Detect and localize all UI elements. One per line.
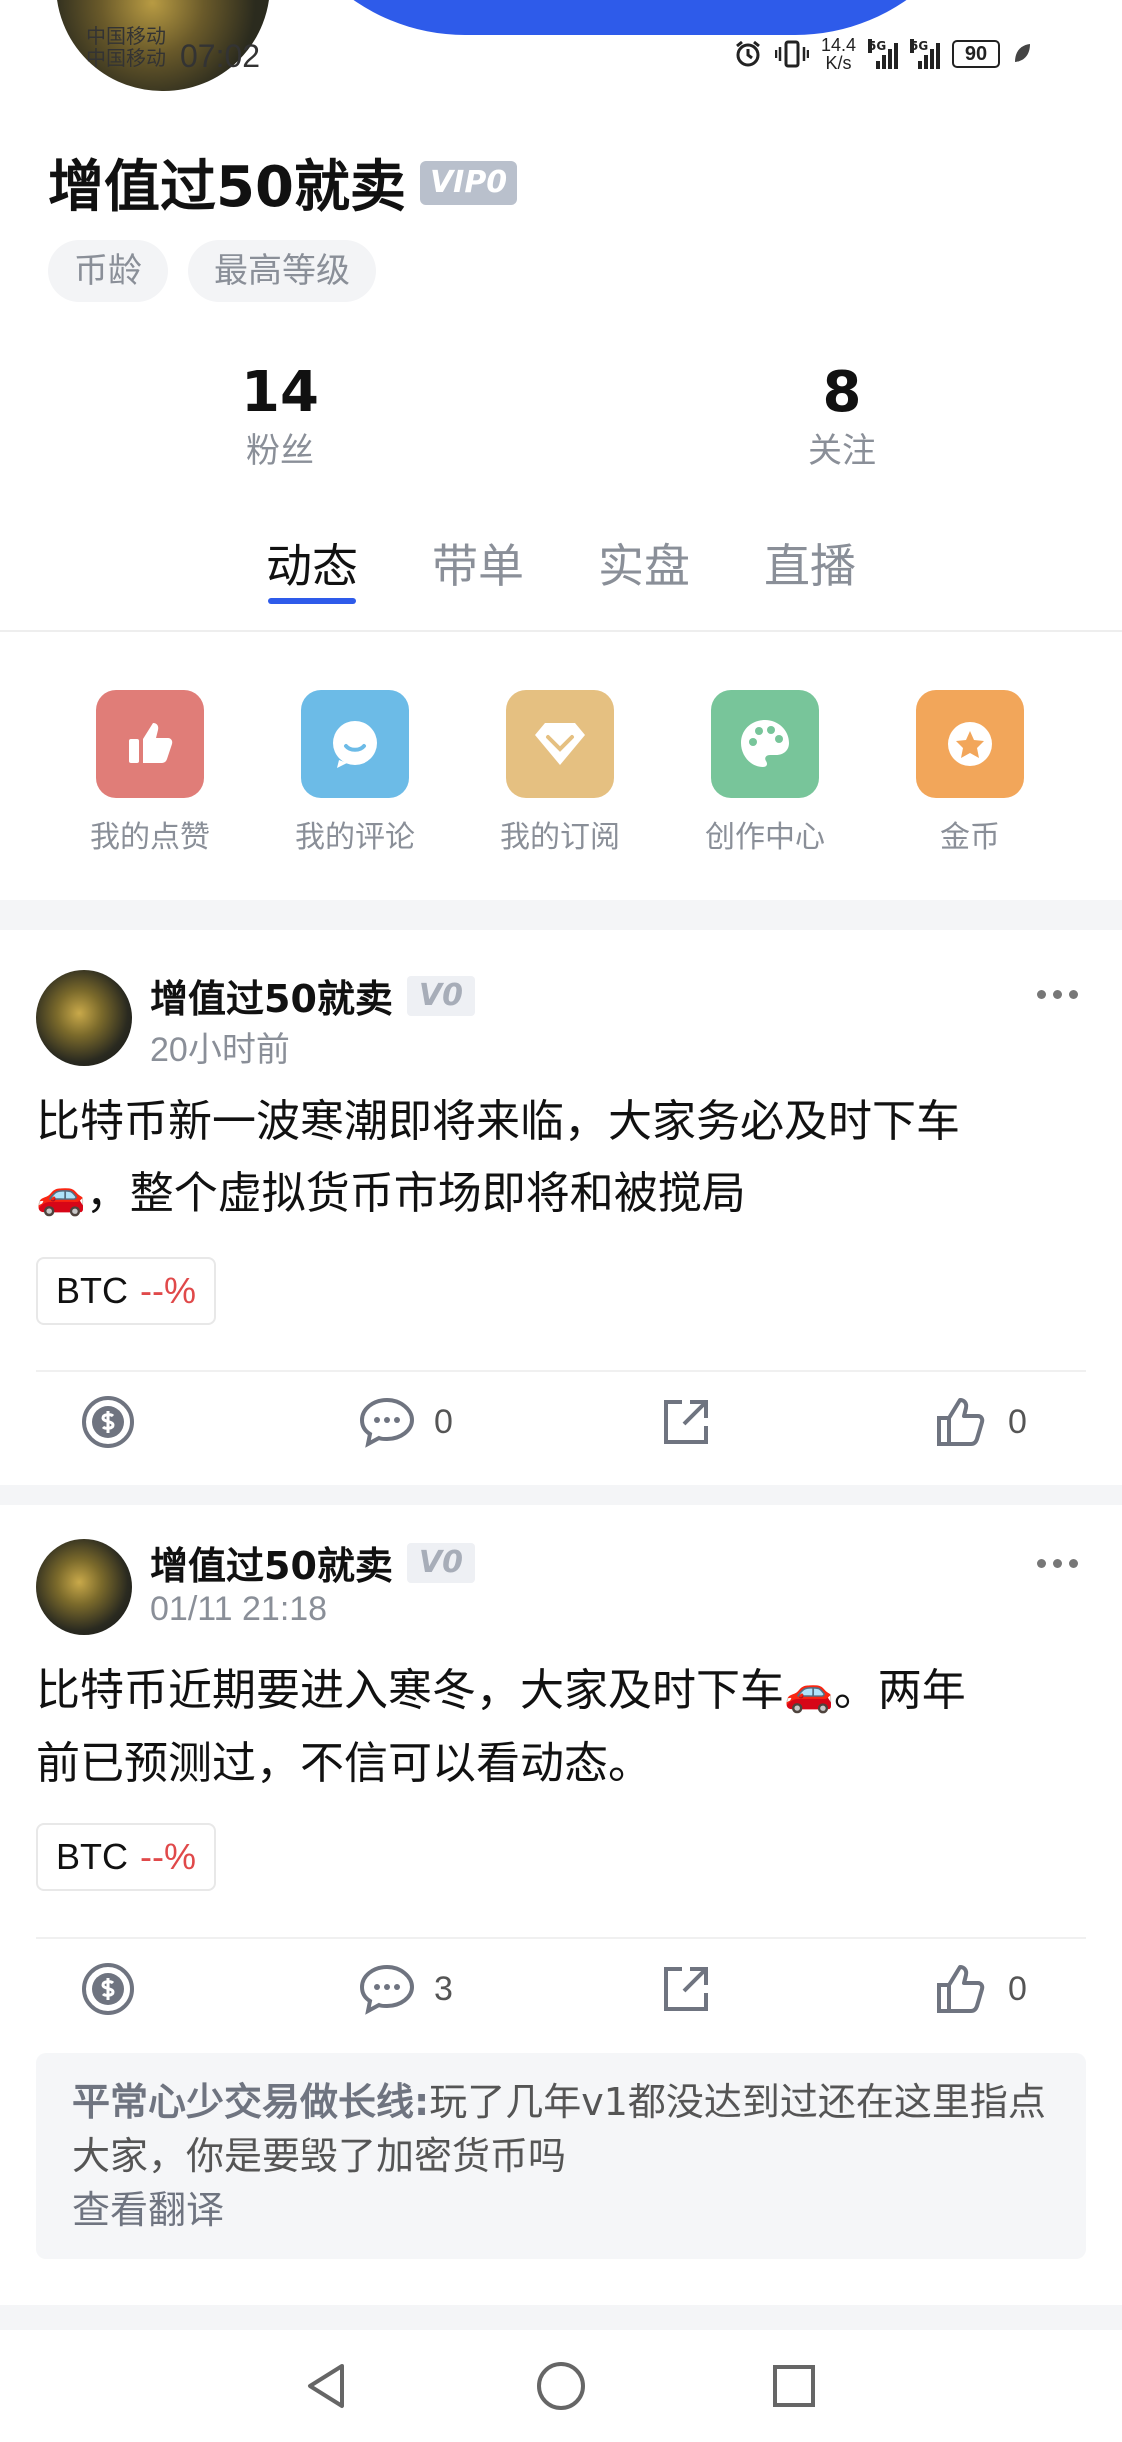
home-icon[interactable] <box>533 2358 589 2414</box>
status-time: 07:02 <box>180 38 261 74</box>
tabs-divider <box>0 630 1122 632</box>
coins-button[interactable]: 金币 <box>880 690 1060 856</box>
profile-tabs: 动态 带单 实盘 直播 <box>0 530 1122 630</box>
diamond-icon <box>506 690 614 798</box>
my-likes-button[interactable]: 我的点赞 <box>60 690 240 856</box>
coin-tip-icon <box>82 1396 134 1448</box>
post-content[interactable]: 比特币近期要进入寒冬，大家及时下车🚗。两年 前已预测过，不信可以看动态。 <box>36 1655 1086 1800</box>
post-actions: 0 0 <box>0 1382 1122 1462</box>
car-emoji-icon: 🚗 <box>784 1669 834 1715</box>
net-speed: 14.4 K/s <box>820 35 856 73</box>
followers-label: 粉丝 <box>246 431 314 471</box>
my-subscriptions-button[interactable]: 我的订阅 <box>470 690 650 856</box>
like-button[interactable]: 0 <box>934 1382 1027 1462</box>
signal-sim2-icon: 5G <box>910 39 940 69</box>
creation-center-button[interactable]: 创作中心 <box>675 690 855 856</box>
alarm-icon <box>736 40 760 67</box>
tip-button[interactable] <box>80 1949 136 2029</box>
thumbs-up-icon <box>96 690 204 798</box>
battery-indicator: 90 <box>952 40 1000 68</box>
avatar[interactable] <box>36 1539 132 1635</box>
vibrate-icon <box>774 40 809 68</box>
tip-button[interactable] <box>80 1382 136 1462</box>
share-button[interactable] <box>660 1382 712 1462</box>
coin-tip-icon <box>82 1963 134 2015</box>
profile-stats: 14 粉丝 8 关注 <box>0 360 1122 480</box>
comment-icon <box>359 1964 415 2015</box>
coin-tag[interactable]: BTC --% <box>36 1823 216 1891</box>
system-nav-bar <box>0 2330 1122 2442</box>
post-card[interactable]: 增值过50就卖 V0 20小时前 比特币新一波寒潮即将来临，大家务必及时下车 🚗… <box>0 930 1122 1505</box>
post-author[interactable]: 增值过50就卖 V0 <box>150 1535 475 1590</box>
back-icon[interactable] <box>298 2358 354 2414</box>
like-count: 0 <box>1008 1402 1027 1441</box>
header-background <box>270 0 990 35</box>
following-label: 关注 <box>808 431 876 471</box>
section-divider <box>0 900 1122 930</box>
more-options-icon[interactable] <box>1037 990 1078 999</box>
like-button[interactable]: 0 <box>934 1949 1027 2029</box>
comment-preview[interactable]: 平常心少交易做长线:玩了几年v1都没达到过还在这里指点大家，你是要毁了加密货币吗… <box>36 2053 1086 2259</box>
comment-icon <box>359 1397 415 1448</box>
following-count: 8 <box>822 360 862 425</box>
level-badge: V0 <box>406 975 475 1016</box>
comment-count: 0 <box>434 1402 453 1441</box>
post-time: 20小时前 <box>150 1031 290 1069</box>
car-emoji-icon: 🚗 <box>36 1172 86 1218</box>
followers-count: 14 <box>241 360 319 425</box>
more-options-icon[interactable] <box>1037 1559 1078 1568</box>
post-time: 01/11 21:18 <box>150 1590 328 1628</box>
like-count: 0 <box>1008 1969 1027 2008</box>
star-coin-icon <box>916 690 1024 798</box>
coin-tag[interactable]: BTC --% <box>36 1257 216 1325</box>
post-card[interactable]: 增值过50就卖 V0 01/11 21:18 比特币近期要进入寒冬，大家及时下车… <box>0 1505 1122 2305</box>
recents-icon[interactable] <box>766 2358 822 2414</box>
signal-sim1-icon: 5G <box>868 39 898 69</box>
share-button[interactable] <box>660 1949 712 2029</box>
profile-name: 增值过50就卖 VIP0 <box>48 142 518 223</box>
share-icon <box>664 1967 708 2011</box>
tab-live-stream[interactable]: 直播 <box>764 530 856 596</box>
active-tab-indicator <box>268 598 356 604</box>
comment-button[interactable]: 3 <box>358 1949 453 2029</box>
chat-bubble-icon <box>301 690 409 798</box>
palette-icon <box>711 690 819 798</box>
tag-highest-level[interactable]: 最高等级 <box>188 240 376 302</box>
share-icon <box>664 1400 708 1444</box>
tag-coin-age[interactable]: 币龄 <box>48 240 168 302</box>
section-divider <box>0 2305 1122 2330</box>
tab-copy-trading[interactable]: 带单 <box>432 530 524 596</box>
my-comments-button[interactable]: 我的评论 <box>265 690 445 856</box>
comment-count: 3 <box>434 1969 453 2008</box>
profile-tags: 币龄 最高等级 <box>48 240 376 302</box>
comment-author[interactable]: 平常心少交易做长线: <box>72 2080 429 2124</box>
tab-live-account[interactable]: 实盘 <box>598 530 690 596</box>
post-content[interactable]: 比特币新一波寒潮即将来临，大家务必及时下车 🚗，整个虚拟货币市场即将和被搅局 <box>36 1086 1086 1231</box>
translate-link[interactable]: 查看翻译 <box>72 2183 1050 2237</box>
followers-stat[interactable]: 14 粉丝 <box>150 360 410 476</box>
comment-button[interactable]: 0 <box>358 1382 453 1462</box>
quick-actions: 我的点赞 我的评论 我的订阅 创作中心 金币 <box>0 690 1122 860</box>
vip-badge[interactable]: VIP0 <box>419 160 518 205</box>
post-author[interactable]: 增值过50就卖 V0 <box>150 968 475 1023</box>
tab-feed[interactable]: 动态 <box>266 530 358 596</box>
following-stat[interactable]: 8 关注 <box>712 360 972 476</box>
leaf-icon <box>1015 44 1030 62</box>
post-actions: 3 0 <box>0 1949 1122 2029</box>
status-icons: 14.4 K/s 5G 5G 90 <box>733 32 1032 76</box>
post-divider <box>36 1370 1086 1372</box>
avatar[interactable] <box>36 970 132 1066</box>
profile-page: 中国移动 中国移动 07:02 14.4 K/s 5G 5G 90 增值过50就… <box>0 0 1122 2442</box>
post-divider <box>36 1937 1086 1939</box>
thumbs-up-outline-icon <box>937 1965 985 2013</box>
carrier-label: 中国移动 中国移动 <box>86 26 166 70</box>
section-divider <box>0 1485 1122 1505</box>
level-badge: V0 <box>406 1542 475 1583</box>
profile-name-text: 增值过50就卖 <box>48 155 406 220</box>
thumbs-up-outline-icon <box>937 1398 985 1446</box>
